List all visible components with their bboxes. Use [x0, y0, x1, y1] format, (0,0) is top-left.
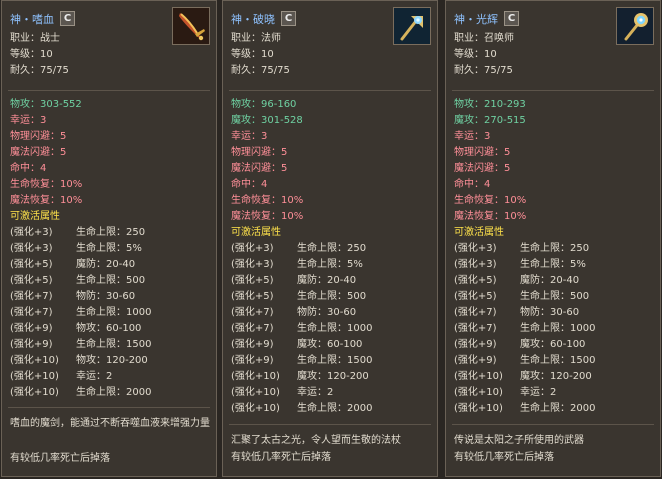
- stat-line: 命中：4: [10, 163, 47, 174]
- stat-line: 幸运：3: [10, 115, 47, 126]
- class-line: 职业：战士: [10, 33, 60, 44]
- divider: [452, 90, 654, 91]
- enhancement-row: (强化+10) 魔攻：120-200: [454, 371, 592, 382]
- drop-note: 有较低几率死亡后掉落: [231, 452, 331, 463]
- enhancement-row: (强化+3) 生命上限：5%: [10, 243, 142, 254]
- level-line: 等级：10: [10, 49, 53, 60]
- item-title: 神・嗜血: [10, 12, 54, 26]
- item-title: 神・光辉: [454, 12, 498, 26]
- stat-line: 物攻：303-552: [10, 99, 82, 110]
- enhancement-row: (强化+5) 魔防：20-40: [231, 275, 357, 286]
- item-header: 神・光辉 C: [454, 10, 519, 27]
- stat-line: 魔法闪避：5: [10, 147, 67, 158]
- drop-note: 有较低几率死亡后掉落: [10, 453, 110, 464]
- divider: [8, 407, 210, 408]
- item-header: 神・嗜血 C: [10, 10, 75, 27]
- enhancement-row: (强化+9) 魔攻：60-100: [231, 339, 363, 350]
- enhancement-row: (强化+10) 幸运：2: [454, 387, 557, 398]
- item-description: 嗜血的魔剑，能通过不断吞噬血液来增强力量: [10, 418, 210, 429]
- level-line: 等级：10: [231, 49, 274, 60]
- staff-icon: [393, 7, 431, 45]
- grade-badge: C: [504, 11, 519, 26]
- stat-line: 物理闪避：5: [454, 147, 511, 158]
- enhancement-row: (强化+9) 生命上限：1500: [231, 355, 373, 366]
- stat-line: 魔攻：270-515: [454, 115, 526, 126]
- stat-line: 物攻：96-160: [231, 99, 297, 110]
- enhancement-row: (强化+7) 物防：30-60: [231, 307, 357, 318]
- item-description: 传说是太阳之子所使用的武器: [454, 435, 584, 446]
- drop-note: 有较低几率死亡后掉落: [454, 452, 554, 463]
- stat-line: 物理闪避：5: [231, 147, 288, 158]
- stat-line: 幸运：3: [231, 131, 268, 142]
- item-header: 神・破晓 C: [231, 10, 296, 27]
- enhancement-row: (强化+9) 生命上限：1500: [10, 339, 152, 350]
- stat-line: 物理闪避：5: [10, 131, 67, 142]
- enhancement-row: (强化+5) 魔防：20-40: [454, 275, 580, 286]
- enhancement-row: (强化+10) 魔攻：120-200: [231, 371, 369, 382]
- enhancement-row: (强化+9) 魔攻：60-100: [454, 339, 586, 350]
- enhancement-row: (强化+7) 生命上限：1000: [10, 307, 152, 318]
- item-title: 神・破晓: [231, 12, 275, 26]
- enhancement-row: (强化+10) 生命上限：2000: [10, 387, 152, 398]
- divider: [229, 90, 431, 91]
- stat-line: 幸运：3: [454, 131, 491, 142]
- enhancement-row: (强化+7) 生命上限：1000: [454, 323, 596, 334]
- item-tooltip-panel-1: 神・嗜血 C 职业：战士 等级：10 耐久：75/75 物攻：303-552 幸…: [1, 0, 217, 477]
- item-tooltip-panel-3: 神・光辉 C 职业：召唤师 等级：10 耐久：75/75 物攻：210-293 …: [445, 0, 661, 477]
- stat-line: 物攻：210-293: [454, 99, 526, 110]
- stat-line: 命中：4: [231, 179, 268, 190]
- enhancement-row: (强化+3) 生命上限：250: [10, 227, 146, 238]
- class-line: 职业：法师: [231, 33, 281, 44]
- durability-line: 耐久：75/75: [231, 65, 290, 76]
- activatable-label: 可激活属性: [454, 227, 504, 238]
- stat-line: 魔法恢复：10%: [10, 195, 83, 206]
- item-description: 汇聚了太古之光，令人望而生敬的法杖: [231, 435, 401, 446]
- enhancement-row: (强化+5) 生命上限：500: [454, 291, 590, 302]
- enhancement-row: (强化+10) 幸运：2: [10, 371, 113, 382]
- grade-badge: C: [281, 11, 296, 26]
- stat-line: 魔法恢复：10%: [231, 211, 304, 222]
- stat-line: 生命恢复：10%: [454, 195, 527, 206]
- activatable-label: 可激活属性: [10, 211, 60, 222]
- enhancement-row: (强化+10) 物攻：120-200: [10, 355, 148, 366]
- stat-line: 魔法闪避：5: [454, 163, 511, 174]
- class-line: 职业：召唤师: [454, 33, 514, 44]
- enhancement-row: (强化+5) 生命上限：500: [231, 291, 367, 302]
- durability-line: 耐久：75/75: [10, 65, 69, 76]
- item-tooltip-panel-2: 神・破晓 C 职业：法师 等级：10 耐久：75/75 物攻：96-160 魔攻…: [222, 0, 438, 477]
- enhancement-row: (强化+5) 生命上限：500: [10, 275, 146, 286]
- grade-badge: C: [60, 11, 75, 26]
- activatable-label: 可激活属性: [231, 227, 281, 238]
- stat-line: 魔法恢复：10%: [454, 211, 527, 222]
- enhancement-row: (强化+9) 物攻：60-100: [10, 323, 142, 334]
- durability-line: 耐久：75/75: [454, 65, 513, 76]
- enhancement-row: (强化+7) 物防：30-60: [10, 291, 136, 302]
- enhancement-row: (强化+10) 生命上限：2000: [231, 403, 373, 414]
- level-line: 等级：10: [454, 49, 497, 60]
- enhancement-row: (强化+3) 生命上限：250: [454, 243, 590, 254]
- stat-line: 魔法闪避：5: [231, 163, 288, 174]
- enhancement-row: (强化+7) 生命上限：1000: [231, 323, 373, 334]
- stat-line: 生命恢复：10%: [231, 195, 304, 206]
- enhancement-row: (强化+9) 生命上限：1500: [454, 355, 596, 366]
- stat-line: 命中：4: [454, 179, 491, 190]
- divider: [229, 424, 431, 425]
- enhancement-row: (强化+3) 生命上限：5%: [231, 259, 363, 270]
- stat-line: 魔攻：301-528: [231, 115, 303, 126]
- enhancement-row: (强化+10) 幸运：2: [231, 387, 334, 398]
- enhancement-row: (强化+7) 物防：30-60: [454, 307, 580, 318]
- scepter-icon: [616, 7, 654, 45]
- enhancement-row: (强化+10) 生命上限：2000: [454, 403, 596, 414]
- enhancement-row: (强化+3) 生命上限：5%: [454, 259, 586, 270]
- divider: [8, 90, 210, 91]
- enhancement-row: (强化+5) 魔防：20-40: [10, 259, 136, 270]
- enhancement-row: (强化+3) 生命上限：250: [231, 243, 367, 254]
- sword-icon: [172, 7, 210, 45]
- stat-line: 生命恢复：10%: [10, 179, 83, 190]
- divider: [452, 424, 654, 425]
